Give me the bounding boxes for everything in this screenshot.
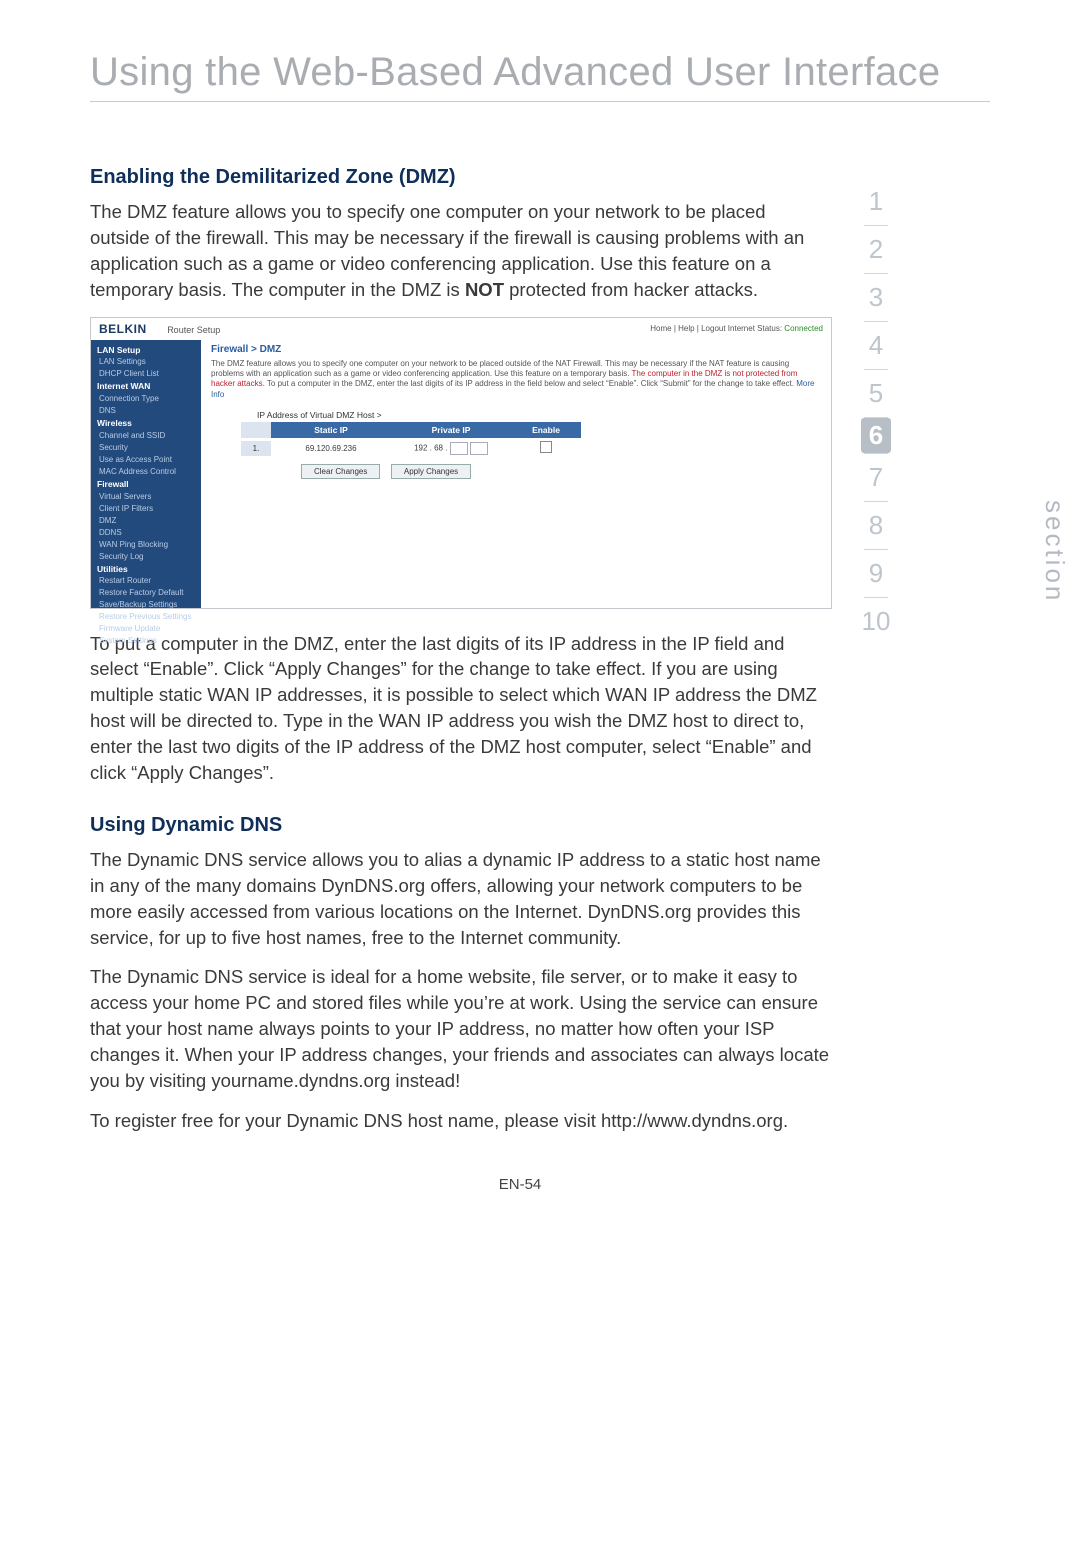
dmz-heading: Enabling the Demilitarized Zone (DMZ) bbox=[90, 166, 830, 189]
nav-wpb[interactable]: WAN Ping Blocking bbox=[97, 539, 195, 551]
nav-ddns[interactable]: DDNS bbox=[97, 527, 195, 539]
chapter-title: Using the Web-Based Advanced User Interf… bbox=[90, 50, 990, 95]
nav-security[interactable]: Security bbox=[97, 442, 195, 454]
clear-changes-button[interactable]: Clear Changes bbox=[301, 464, 380, 479]
nav-save[interactable]: Save/Backup Settings bbox=[97, 599, 195, 611]
desc-b: To put a computer in the DMZ, enter the … bbox=[265, 379, 796, 388]
section-link-8[interactable]: 8 bbox=[867, 502, 885, 549]
dmz-paragraph-1: The DMZ feature allows you to specify on… bbox=[90, 199, 830, 303]
nav-group-wan: Internet WAN bbox=[97, 380, 195, 393]
dmz-not: NOT bbox=[465, 279, 504, 300]
ddns-paragraph-1: The Dynamic DNS service allows you to al… bbox=[90, 847, 830, 951]
nav-lan-settings[interactable]: LAN Settings bbox=[97, 356, 195, 368]
section-label: section bbox=[1039, 500, 1070, 603]
col-static: Static IP bbox=[271, 422, 391, 438]
internet-status: Connected bbox=[784, 324, 823, 333]
table-label: IP Address of Virtual DMZ Host > bbox=[201, 404, 831, 422]
nav-vs[interactable]: Virtual Servers bbox=[97, 491, 195, 503]
dmz-description: The DMZ feature allows you to specify on… bbox=[201, 359, 831, 405]
top-links[interactable]: Home | Help | Logout Internet Status: bbox=[650, 324, 782, 333]
ddns-paragraph-2: The Dynamic DNS service is ideal for a h… bbox=[90, 964, 830, 1093]
nav-restore-default[interactable]: Restore Factory Default bbox=[97, 587, 195, 599]
section-link-10[interactable]: 10 bbox=[860, 598, 893, 645]
nav-conn-type[interactable]: Connection Type bbox=[97, 393, 195, 405]
nav-restore-prev[interactable]: Restore Previous Settings bbox=[97, 611, 195, 623]
nav-mac[interactable]: MAC Address Control bbox=[97, 466, 195, 478]
row-num: 1. bbox=[241, 441, 271, 456]
row-private: 192 . 68 . bbox=[391, 439, 511, 458]
nav-chan-ssid[interactable]: Channel and SSID bbox=[97, 430, 195, 442]
priv-prefix: 192 . 68 . bbox=[414, 443, 447, 452]
nav-dhcp[interactable]: DHCP Client List bbox=[97, 368, 195, 380]
page-footer: EN-54 bbox=[90, 1176, 950, 1193]
dmz-p1b: protected from hacker attacks. bbox=[504, 279, 758, 300]
section-link-2[interactable]: 2 bbox=[867, 226, 885, 273]
breadcrumb: Firewall > DMZ bbox=[201, 340, 831, 359]
router-setup-label: Router Setup bbox=[167, 325, 220, 335]
table-header: Static IP Private IP Enable bbox=[241, 422, 581, 438]
section-link-5[interactable]: 5 bbox=[867, 370, 885, 417]
table-row: 1. 69.120.69.236 192 . 68 . bbox=[241, 438, 581, 458]
section-link-6[interactable]: 6 bbox=[861, 418, 891, 453]
router-nav-sidebar[interactable]: LAN Setup LAN Settings DHCP Client List … bbox=[91, 340, 201, 608]
nav-group-wireless: Wireless bbox=[97, 417, 195, 430]
nav-dns[interactable]: DNS bbox=[97, 405, 195, 417]
nav-cif[interactable]: Client IP Filters bbox=[97, 503, 195, 515]
status-bar: Home | Help | Logout Internet Status: Co… bbox=[650, 324, 823, 333]
dmz-paragraph-2: To put a computer in the DMZ, enter the … bbox=[90, 631, 830, 786]
section-link-3[interactable]: 3 bbox=[867, 274, 885, 321]
belkin-logo: BELKIN bbox=[99, 322, 147, 336]
nav-group-lan: LAN Setup bbox=[97, 344, 195, 357]
ddns-heading: Using Dynamic DNS bbox=[90, 814, 830, 837]
enable-checkbox[interactable] bbox=[540, 441, 552, 453]
apply-changes-button[interactable]: Apply Changes bbox=[391, 464, 471, 479]
col-enable: Enable bbox=[511, 422, 581, 438]
nav-restart[interactable]: Restart Router bbox=[97, 575, 195, 587]
nav-fw[interactable]: Firmware Update bbox=[97, 623, 195, 635]
router-ui-screenshot: BELKIN Router Setup Home | Help | Logout… bbox=[90, 317, 832, 609]
rule bbox=[90, 101, 990, 102]
section-link-4[interactable]: 4 bbox=[867, 322, 885, 369]
nav-ap[interactable]: Use as Access Point bbox=[97, 454, 195, 466]
section-link-9[interactable]: 9 bbox=[867, 550, 885, 597]
nav-slog[interactable]: Security Log bbox=[97, 551, 195, 563]
row-static: 69.120.69.236 bbox=[271, 441, 391, 456]
ip-octet-input-1[interactable] bbox=[450, 442, 468, 455]
section-nav: 12345678910 bbox=[856, 178, 896, 645]
ip-octet-input-2[interactable] bbox=[470, 442, 488, 455]
section-link-1[interactable]: 1 bbox=[867, 178, 885, 225]
nav-group-firewall: Firewall bbox=[97, 478, 195, 491]
col-private: Private IP bbox=[391, 422, 511, 438]
nav-dmz[interactable]: DMZ bbox=[97, 515, 195, 527]
nav-group-util: Utilities bbox=[97, 563, 195, 576]
ddns-paragraph-3: To register free for your Dynamic DNS ho… bbox=[90, 1108, 830, 1134]
nav-sys[interactable]: System Settings bbox=[97, 635, 195, 647]
section-link-7[interactable]: 7 bbox=[867, 454, 885, 501]
